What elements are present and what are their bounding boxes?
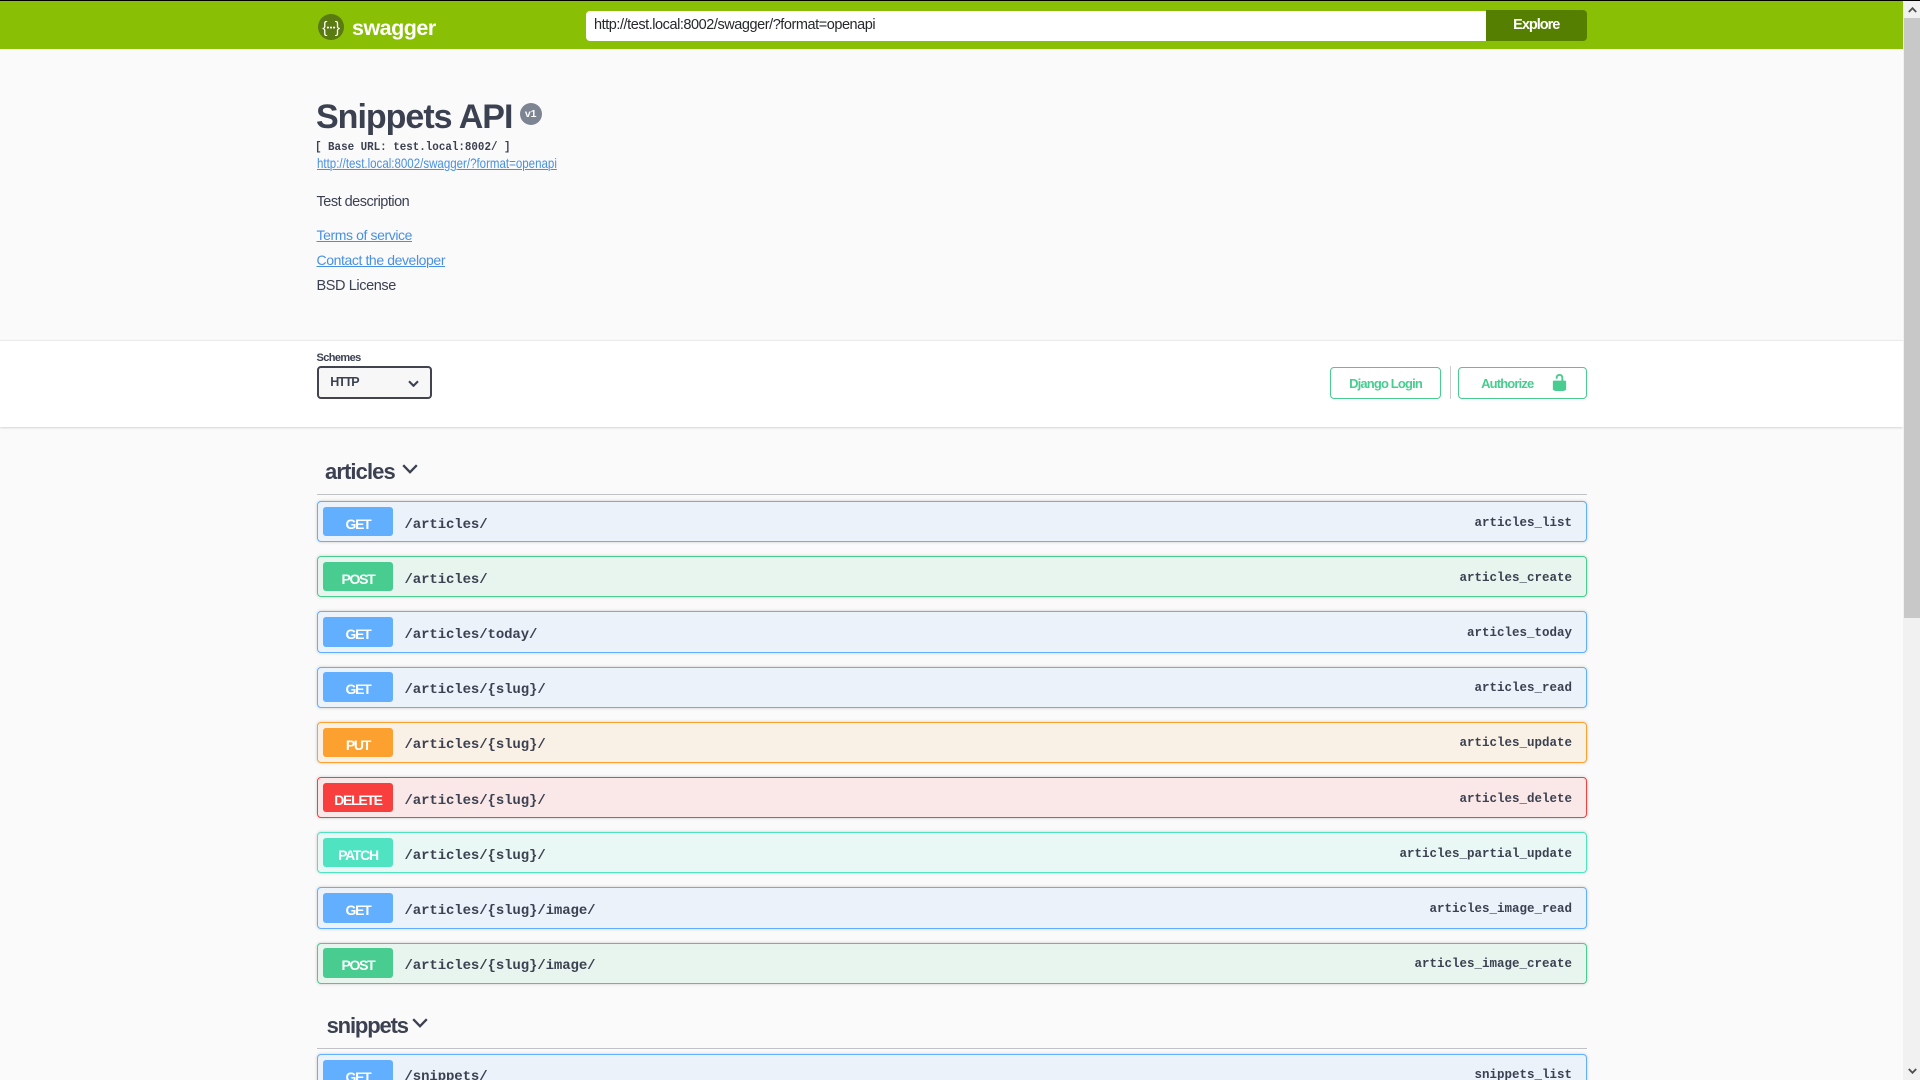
svg-text:{: { xyxy=(322,19,327,36)
svg-text:}: } xyxy=(335,19,340,36)
